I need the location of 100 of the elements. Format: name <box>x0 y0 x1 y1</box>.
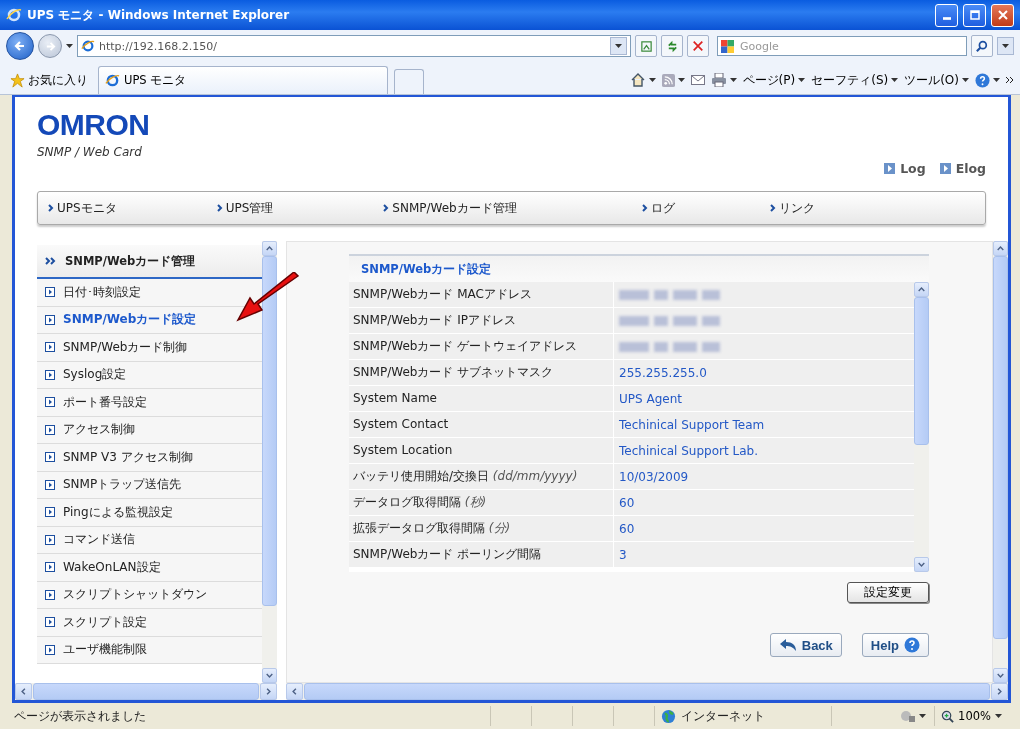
setting-value: 60 <box>619 521 635 536</box>
browser-tab[interactable]: UPS モニタ <box>98 66 388 94</box>
refresh-button[interactable] <box>661 35 683 57</box>
stop-button[interactable] <box>687 35 709 57</box>
sidebar-item[interactable]: スクリプトシャットダウン <box>37 581 262 609</box>
caret-icon <box>891 78 899 82</box>
home-button[interactable] <box>629 72 656 88</box>
play-square-icon <box>45 397 55 408</box>
search-button[interactable] <box>971 35 993 57</box>
nav-link[interactable]: SNMP/Webカード管理 <box>383 199 517 217</box>
search-options-button[interactable] <box>997 37 1014 55</box>
scroll-right-button[interactable] <box>991 683 1008 700</box>
sidebar-item[interactable]: SNMP/Webカード設定 <box>37 306 262 334</box>
back-link-button[interactable]: Back <box>769 633 842 657</box>
play-square-icon <box>45 342 55 353</box>
setting-value: 60 <box>619 495 635 510</box>
help-icon <box>904 637 920 653</box>
address-field[interactable]: http://192.168.2.150/ <box>77 35 631 57</box>
chevron-icon <box>48 204 54 212</box>
play-square-icon <box>939 163 951 174</box>
pointer-arrow <box>236 272 302 324</box>
help-icon <box>975 72 990 88</box>
scroll-right-button[interactable] <box>260 683 277 700</box>
scroll-down-button[interactable] <box>993 668 1008 683</box>
scroll-up-button[interactable] <box>993 241 1008 256</box>
sidebar-item[interactable]: スクリプト設定 <box>37 609 262 637</box>
setting-label: SNMP/Webカード IPアドレス <box>349 308 614 333</box>
scroll-up-button[interactable] <box>262 241 277 256</box>
search-icon <box>976 40 988 52</box>
sidebar-item[interactable]: Syslog設定 <box>37 361 262 389</box>
zoom-control[interactable]: 100% <box>934 706 1020 726</box>
mail-button[interactable] <box>690 75 705 85</box>
caret-icon <box>962 78 969 82</box>
scrollbar-thumb[interactable] <box>304 683 990 700</box>
apply-button[interactable]: 設定変更 <box>847 582 929 603</box>
scroll-down-button[interactable] <box>914 557 929 572</box>
more-icon[interactable] <box>1006 77 1014 83</box>
compatibility-button[interactable] <box>635 35 657 57</box>
help-menu-button[interactable] <box>975 72 1000 88</box>
print-button[interactable] <box>710 73 737 87</box>
security-zone: インターネット <box>681 708 766 724</box>
zoom-icon <box>941 709 955 723</box>
scrollbar-thumb[interactable] <box>33 683 259 700</box>
sidebar-item[interactable]: アクセス制御 <box>37 416 262 444</box>
logo: OMRON <box>37 109 150 141</box>
printer-icon <box>710 73 727 87</box>
scroll-left-button[interactable] <box>286 683 303 700</box>
scroll-left-button[interactable] <box>15 683 32 700</box>
sidebar-item[interactable]: Pingによる監視設定 <box>37 499 262 527</box>
header-link[interactable]: Elog <box>939 161 986 176</box>
maximize-icon <box>969 10 980 20</box>
play-square-icon <box>45 287 55 298</box>
back-button[interactable] <box>6 32 34 60</box>
play-square-icon <box>884 163 896 174</box>
sidebar-item[interactable]: ユーザ機能制限 <box>37 636 262 664</box>
home-icon <box>629 72 646 88</box>
favorites-button[interactable]: お気に入り <box>6 66 92 94</box>
chevron-icon <box>216 204 223 212</box>
envelope-icon <box>690 75 705 85</box>
sidebar-item[interactable]: SNMP/Webカード制御 <box>37 334 262 362</box>
nav-link[interactable]: UPS管理 <box>216 199 274 217</box>
menu-button[interactable]: ツール(O) <box>904 71 969 89</box>
menu-button[interactable]: ページ(P) <box>742 71 806 89</box>
sidebar-item[interactable]: SNMP V3 アクセス制御 <box>37 444 262 472</box>
double-chevron-icon <box>45 257 57 265</box>
header-link[interactable]: Log <box>884 161 926 176</box>
feeds-button[interactable] <box>661 73 685 87</box>
maximize-button[interactable] <box>963 3 986 27</box>
left-arrow-icon <box>14 40 26 52</box>
nav-link[interactable]: ログ <box>641 199 675 217</box>
page-icon <box>639 39 653 53</box>
product-subtitle: SNMP / Web Card <box>37 145 143 159</box>
forward-button[interactable] <box>38 34 62 58</box>
scroll-down-button[interactable] <box>262 668 277 683</box>
play-square-icon <box>45 314 55 325</box>
menu-button[interactable]: セーフティ(S) <box>811 71 899 89</box>
play-square-icon <box>45 369 55 380</box>
caret-icon <box>648 78 656 82</box>
sidebar-item[interactable]: 日付･時刻設定 <box>37 279 262 307</box>
sidebar-item[interactable]: SNMPトラップ送信先 <box>37 471 262 499</box>
close-button[interactable] <box>991 3 1014 27</box>
minimize-button[interactable] <box>935 3 958 27</box>
browser-logo-icon <box>81 39 95 53</box>
sidebar-item[interactable]: コマンド送信 <box>37 526 262 554</box>
play-square-icon <box>45 534 55 545</box>
right-arrow-icon <box>44 40 56 52</box>
caret-icon <box>798 78 806 82</box>
sidebar-item[interactable]: WakeOnLAN設定 <box>37 554 262 582</box>
scrollbar-thumb[interactable] <box>993 256 1008 640</box>
scroll-up-button[interactable] <box>914 282 929 297</box>
nav-link[interactable]: リンク <box>769 199 815 217</box>
help-button[interactable]: Help <box>861 633 929 657</box>
sidebar-item[interactable]: ポート番号設定 <box>37 389 262 417</box>
setting-value: Techinical Support Team <box>619 417 765 432</box>
setting-value: 10/03/2009 <box>619 469 689 484</box>
nav-link[interactable]: UPSモニタ <box>48 199 117 217</box>
status-text: ページが表示されました <box>14 708 147 724</box>
scrollbar-thumb[interactable] <box>914 297 929 446</box>
scrollbar-thumb[interactable] <box>262 256 277 607</box>
search-field[interactable]: Google <box>717 36 967 56</box>
